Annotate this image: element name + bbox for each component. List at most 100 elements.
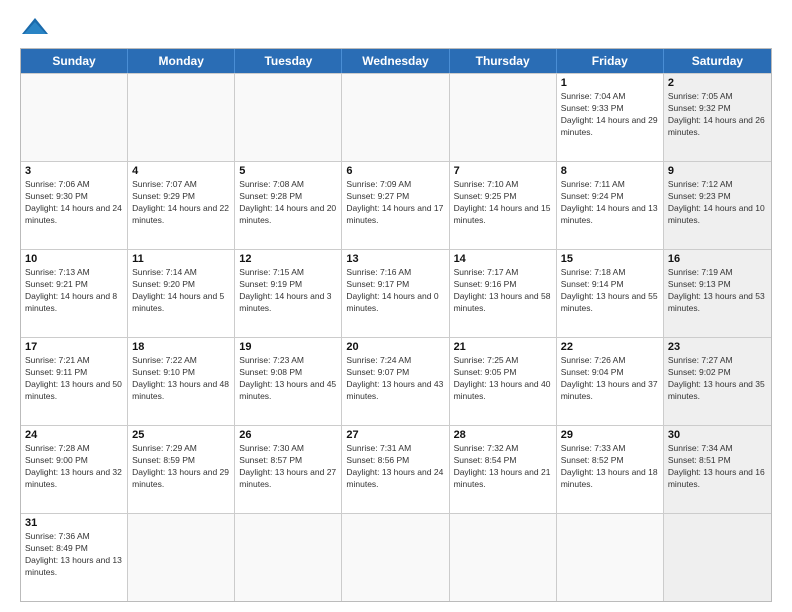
cal-row-4: 24Sunrise: 7:28 AM Sunset: 9:00 PM Dayli…	[21, 425, 771, 513]
day-info: Sunrise: 7:30 AM Sunset: 8:57 PM Dayligh…	[239, 443, 337, 491]
day-number: 7	[454, 165, 552, 177]
day-number: 5	[239, 165, 337, 177]
day-number: 21	[454, 341, 552, 353]
day-info: Sunrise: 7:18 AM Sunset: 9:14 PM Dayligh…	[561, 267, 659, 315]
header-cell-friday: Friday	[557, 49, 664, 73]
cal-cell: 4Sunrise: 7:07 AM Sunset: 9:29 PM Daylig…	[128, 162, 235, 249]
day-info: Sunrise: 7:26 AM Sunset: 9:04 PM Dayligh…	[561, 355, 659, 403]
calendar: SundayMondayTuesdayWednesdayThursdayFrid…	[20, 48, 772, 602]
cal-cell: 20Sunrise: 7:24 AM Sunset: 9:07 PM Dayli…	[342, 338, 449, 425]
day-number: 13	[346, 253, 444, 265]
header-cell-wednesday: Wednesday	[342, 49, 449, 73]
cal-cell: 31 Sunrise: 7:36 AM Sunset: 8:49 PM Dayli…	[21, 514, 128, 601]
cal-cell: 11 Sunrise: 7:14 AM Sunset: 9:20 PM Dayli…	[128, 250, 235, 337]
cal-cell: 15 Sunrise: 7:18 AM Sunset: 9:14 PM Dayli…	[557, 250, 664, 337]
cal-cell	[128, 514, 235, 601]
cal-cell: 8 Sunrise: 7:11 AM Sunset: 9:24 PM Daylig…	[557, 162, 664, 249]
calendar-body: 1Sunrise: 7:04 AM Sunset: 9:33 PM Daylig…	[21, 73, 771, 601]
cal-cell: 29 Sunrise: 7:33 AM Sunset: 8:52 PM Dayli…	[557, 426, 664, 513]
cal-cell: 12Sunrise: 7:15 AM Sunset: 9:19 PM Dayli…	[235, 250, 342, 337]
cal-cell	[21, 74, 128, 161]
day-number: 16	[668, 253, 767, 265]
calendar-header: SundayMondayTuesdayWednesdayThursdayFrid…	[21, 49, 771, 73]
header-cell-sunday: Sunday	[21, 49, 128, 73]
cal-row-5: 31 Sunrise: 7:36 AM Sunset: 8:49 PM Dayli…	[21, 513, 771, 601]
day-info: Sunrise: 7:15 AM Sunset: 9:19 PM Dayligh…	[239, 267, 337, 315]
day-info: Sunrise: 7:10 AM Sunset: 9:25 PM Dayligh…	[454, 179, 552, 227]
day-number: 10	[25, 253, 123, 265]
day-info: Sunrise: 7:36 AM Sunset: 8:49 PM Dayligh…	[25, 531, 123, 579]
day-number: 15	[561, 253, 659, 265]
day-number: 22	[561, 341, 659, 353]
day-number: 9	[668, 165, 767, 177]
day-info: Sunrise: 7:11 AM Sunset: 9:24 PM Dayligh…	[561, 179, 659, 227]
cal-cell	[342, 514, 449, 601]
cal-cell: 19Sunrise: 7:23 AM Sunset: 9:08 PM Dayli…	[235, 338, 342, 425]
cal-cell: 26 Sunrise: 7:30 AM Sunset: 8:57 PM Dayli…	[235, 426, 342, 513]
day-info: Sunrise: 7:09 AM Sunset: 9:27 PM Dayligh…	[346, 179, 444, 227]
cal-cell: 22 Sunrise: 7:26 AM Sunset: 9:04 PM Dayli…	[557, 338, 664, 425]
cal-cell: 9 Sunrise: 7:12 AM Sunset: 9:23 PM Daylig…	[664, 162, 771, 249]
day-number: 19	[239, 341, 337, 353]
day-info: Sunrise: 7:05 AM Sunset: 9:32 PM Dayligh…	[668, 91, 767, 139]
day-number: 23	[668, 341, 767, 353]
cal-row-3: 17 Sunrise: 7:21 AM Sunset: 9:11 PM Dayli…	[21, 337, 771, 425]
cal-cell	[450, 74, 557, 161]
header-cell-monday: Monday	[128, 49, 235, 73]
cal-cell: 6Sunrise: 7:09 AM Sunset: 9:27 PM Daylig…	[342, 162, 449, 249]
day-info: Sunrise: 7:17 AM Sunset: 9:16 PM Dayligh…	[454, 267, 552, 315]
day-info: Sunrise: 7:33 AM Sunset: 8:52 PM Dayligh…	[561, 443, 659, 491]
header	[20, 16, 772, 38]
cal-cell: 3Sunrise: 7:06 AM Sunset: 9:30 PM Daylig…	[21, 162, 128, 249]
day-number: 11	[132, 253, 230, 265]
day-info: Sunrise: 7:12 AM Sunset: 9:23 PM Dayligh…	[668, 179, 767, 227]
day-info: Sunrise: 7:29 AM Sunset: 8:59 PM Dayligh…	[132, 443, 230, 491]
day-info: Sunrise: 7:22 AM Sunset: 9:10 PM Dayligh…	[132, 355, 230, 403]
cal-cell: 5Sunrise: 7:08 AM Sunset: 9:28 PM Daylig…	[235, 162, 342, 249]
day-info: Sunrise: 7:28 AM Sunset: 9:00 PM Dayligh…	[25, 443, 123, 491]
day-info: Sunrise: 7:25 AM Sunset: 9:05 PM Dayligh…	[454, 355, 552, 403]
day-number: 18	[132, 341, 230, 353]
cal-cell: 30 Sunrise: 7:34 AM Sunset: 8:51 PM Dayli…	[664, 426, 771, 513]
cal-cell: 14 Sunrise: 7:17 AM Sunset: 9:16 PM Dayli…	[450, 250, 557, 337]
cal-cell: 24Sunrise: 7:28 AM Sunset: 9:00 PM Dayli…	[21, 426, 128, 513]
cal-cell	[235, 514, 342, 601]
cal-cell: 25 Sunrise: 7:29 AM Sunset: 8:59 PM Dayli…	[128, 426, 235, 513]
cal-row-1: 3Sunrise: 7:06 AM Sunset: 9:30 PM Daylig…	[21, 161, 771, 249]
day-number: 29	[561, 429, 659, 441]
day-info: Sunrise: 7:34 AM Sunset: 8:51 PM Dayligh…	[668, 443, 767, 491]
header-cell-thursday: Thursday	[450, 49, 557, 73]
day-number: 31	[25, 517, 123, 529]
cal-row-2: 10Sunrise: 7:13 AM Sunset: 9:21 PM Dayli…	[21, 249, 771, 337]
day-number: 14	[454, 253, 552, 265]
logo-icon	[20, 16, 50, 38]
cal-cell	[450, 514, 557, 601]
day-number: 30	[668, 429, 767, 441]
day-info: Sunrise: 7:14 AM Sunset: 9:20 PM Dayligh…	[132, 267, 230, 315]
page: SundayMondayTuesdayWednesdayThursdayFrid…	[0, 0, 792, 612]
day-number: 3	[25, 165, 123, 177]
cal-cell: 1Sunrise: 7:04 AM Sunset: 9:33 PM Daylig…	[557, 74, 664, 161]
cal-cell: 21 Sunrise: 7:25 AM Sunset: 9:05 PM Dayli…	[450, 338, 557, 425]
day-info: Sunrise: 7:19 AM Sunset: 9:13 PM Dayligh…	[668, 267, 767, 315]
day-info: Sunrise: 7:27 AM Sunset: 9:02 PM Dayligh…	[668, 355, 767, 403]
day-number: 27	[346, 429, 444, 441]
day-number: 17	[25, 341, 123, 353]
cal-row-0: 1Sunrise: 7:04 AM Sunset: 9:33 PM Daylig…	[21, 73, 771, 161]
day-info: Sunrise: 7:16 AM Sunset: 9:17 PM Dayligh…	[346, 267, 444, 315]
cal-cell: 2Sunrise: 7:05 AM Sunset: 9:32 PM Daylig…	[664, 74, 771, 161]
day-number: 8	[561, 165, 659, 177]
header-cell-saturday: Saturday	[664, 49, 771, 73]
cal-cell: 18 Sunrise: 7:22 AM Sunset: 9:10 PM Dayli…	[128, 338, 235, 425]
day-number: 20	[346, 341, 444, 353]
cal-cell: 13 Sunrise: 7:16 AM Sunset: 9:17 PM Dayli…	[342, 250, 449, 337]
cal-cell: 23 Sunrise: 7:27 AM Sunset: 9:02 PM Dayli…	[664, 338, 771, 425]
day-number: 26	[239, 429, 337, 441]
cal-cell: 10Sunrise: 7:13 AM Sunset: 9:21 PM Dayli…	[21, 250, 128, 337]
day-number: 25	[132, 429, 230, 441]
cal-cell: 27 Sunrise: 7:31 AM Sunset: 8:56 PM Dayli…	[342, 426, 449, 513]
day-info: Sunrise: 7:21 AM Sunset: 9:11 PM Dayligh…	[25, 355, 123, 403]
cal-cell	[235, 74, 342, 161]
day-info: Sunrise: 7:31 AM Sunset: 8:56 PM Dayligh…	[346, 443, 444, 491]
day-info: Sunrise: 7:07 AM Sunset: 9:29 PM Dayligh…	[132, 179, 230, 227]
